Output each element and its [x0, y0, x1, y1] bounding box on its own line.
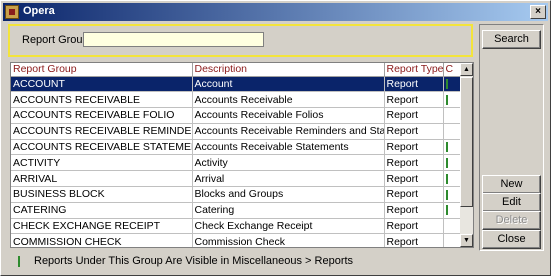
cell-report-group: CATERING [11, 202, 193, 219]
cell-report-group: ACTIVITY [11, 154, 193, 172]
column-header-c[interactable]: C [443, 63, 462, 77]
table-row[interactable]: ACTIVITY Activity Report [11, 154, 462, 172]
cell-description: Blocks and Groups [192, 186, 385, 203]
flag-indicator-icon [445, 79, 448, 90]
search-panel: Report Group [8, 24, 473, 57]
cell-description: Accounts Receivable Statements [192, 139, 385, 156]
cell-c-flag [443, 233, 462, 247]
cell-report-type: Report [384, 76, 444, 93]
cell-report-type: Report [384, 233, 444, 247]
table-row[interactable]: ACCOUNTS RECEIVABLE STATEMENTSAccounts R… [11, 139, 462, 156]
cell-report-type: Report [384, 218, 444, 235]
cell-report-group: CHECK EXCHANGE RECEIPT [11, 218, 193, 235]
report-group-label: Report Group [22, 34, 89, 46]
legend-text: Reports Under This Group Are Visible in … [34, 255, 354, 267]
cell-description: Accounts Receivable [192, 91, 385, 109]
cell-report-type: Report [384, 123, 444, 140]
flag-indicator-icon [445, 173, 448, 184]
cell-description: Arrival [192, 170, 385, 188]
opera-window: Opera × Report Group Search Report Group… [0, 0, 551, 276]
legend: Reports Under This Group Are Visible in … [18, 255, 353, 267]
cell-report-group: ACCOUNTS RECEIVABLE FOLIO [11, 107, 193, 124]
cell-report-group: ACCOUNTS RECEIVABLE REMINDERS [11, 123, 193, 140]
scrollbar-thumb[interactable] [460, 77, 473, 207]
grid-body: ACCOUNT Account Report ACCOUNTS RECEIVABLE A… [11, 76, 462, 247]
flag-indicator-icon [445, 189, 448, 200]
scroll-up-arrow[interactable]: ▲ [460, 63, 473, 76]
flag-indicator-icon [445, 158, 448, 169]
cell-report-group: ACCOUNTS RECEIVABLE [11, 91, 193, 109]
flag-indicator-icon [445, 94, 448, 105]
column-header-description[interactable]: Description [192, 63, 385, 77]
report-group-input[interactable] [83, 32, 264, 47]
flag-indicator-icon [445, 142, 448, 153]
table-row[interactable]: BUSINESS BLOCK Blocks and Groups Report [11, 186, 462, 203]
title-bar: Opera × [3, 3, 548, 21]
table-row[interactable]: ACCOUNTS RECEIVABLE REMINDERS Accounts Re… [11, 123, 462, 140]
cell-report-type: Report [384, 139, 444, 156]
grid-header-row: Report Group Description Report Type C [11, 63, 462, 77]
cell-report-group: ARRIVAL [11, 170, 193, 188]
close-button[interactable]: Close [482, 230, 541, 249]
cell-description: Commission Check [192, 233, 385, 247]
cell-c-flag [443, 139, 462, 156]
column-header-report-group[interactable]: Report Group [11, 63, 193, 77]
table-row[interactable]: CHECK EXCHANGE RECEIPT Check Exchange Rec… [11, 218, 462, 235]
table-row[interactable]: ACCOUNT Account Report [11, 76, 462, 93]
table-row[interactable]: CATERING Catering Report [11, 202, 462, 219]
cell-report-type: Report [384, 186, 444, 203]
cell-description: Accounts Receivable Folios [192, 107, 385, 124]
cell-c-flag [443, 218, 462, 235]
flag-indicator-icon [18, 255, 20, 267]
flag-indicator-icon [445, 205, 448, 216]
cell-report-group: COMMISSION CHECK [11, 233, 193, 247]
new-button[interactable]: New [482, 175, 541, 194]
cell-report-group: BUSINESS BLOCK [11, 186, 193, 203]
cell-c-flag [443, 91, 462, 109]
cell-report-type: Report [384, 154, 444, 172]
edit-button[interactable]: Edit [482, 193, 541, 212]
cell-description: Catering [192, 202, 385, 219]
cell-description: Accounts Receivable Reminders and Statem… [192, 123, 385, 140]
scroll-down-arrow[interactable]: ▼ [460, 234, 473, 247]
table-row[interactable]: ACCOUNTS RECEIVABLE FOLIO Accounts Receiv… [11, 107, 462, 124]
search-button[interactable]: Search [482, 30, 541, 49]
cell-description: Account [192, 76, 385, 93]
column-header-report-type[interactable]: Report Type [384, 63, 444, 77]
cell-report-group: ACCOUNTS RECEIVABLE STATEMENTS [11, 139, 193, 156]
table-row[interactable]: ACCOUNTS RECEIVABLE Accounts Receivable Re… [11, 91, 462, 109]
cell-c-flag [443, 154, 462, 172]
cell-report-type: Report [384, 170, 444, 188]
cell-report-type: Report [384, 107, 444, 124]
table-row[interactable]: ARRIVAL Arrival Report [11, 170, 462, 188]
delete-button[interactable]: Delete [482, 211, 541, 230]
cell-c-flag [443, 202, 462, 219]
cell-c-flag [443, 170, 462, 188]
cell-description: Activity [192, 154, 385, 172]
report-group-grid: Report Group Description Report Type C A… [10, 62, 474, 248]
window-close-button[interactable]: × [530, 5, 546, 19]
cell-description: Check Exchange Receipt [192, 218, 385, 235]
window-title: Opera [23, 5, 55, 17]
table-row[interactable]: COMMISSION CHECK Commission Check Report [11, 233, 462, 247]
cell-c-flag [443, 186, 462, 203]
cell-report-type: Report [384, 91, 444, 109]
cell-report-group: ACCOUNT [11, 76, 193, 93]
cell-c-flag [443, 76, 462, 93]
vertical-scrollbar[interactable]: ▲ ▼ [460, 63, 473, 247]
cell-report-type: Report [384, 202, 444, 219]
opera-app-icon [5, 5, 19, 19]
cell-c-flag [443, 107, 462, 124]
cell-c-flag [443, 123, 462, 140]
